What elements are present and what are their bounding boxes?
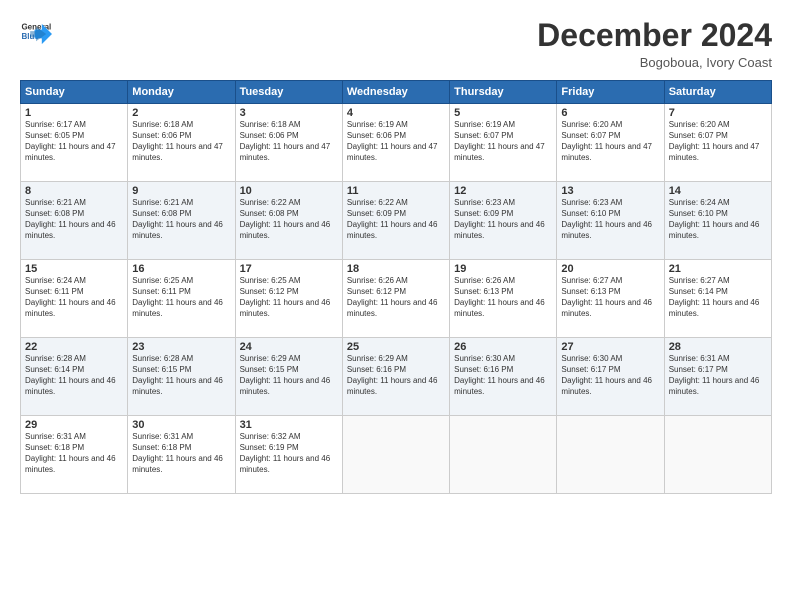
table-row: 15Sunrise: 6:24 AMSunset: 6:11 PMDayligh… xyxy=(21,260,128,338)
calendar-table: Sunday Monday Tuesday Wednesday Thursday… xyxy=(20,80,772,494)
table-row: 1Sunrise: 6:17 AMSunset: 6:05 PMDaylight… xyxy=(21,104,128,182)
col-sunday: Sunday xyxy=(21,81,128,104)
col-thursday: Thursday xyxy=(450,81,557,104)
table-row: 21Sunrise: 6:27 AMSunset: 6:14 PMDayligh… xyxy=(664,260,771,338)
col-monday: Monday xyxy=(128,81,235,104)
table-row xyxy=(450,416,557,494)
table-row: 30Sunrise: 6:31 AMSunset: 6:18 PMDayligh… xyxy=(128,416,235,494)
table-row: 3Sunrise: 6:18 AMSunset: 6:06 PMDaylight… xyxy=(235,104,342,182)
table-row xyxy=(664,416,771,494)
table-row: 22Sunrise: 6:28 AMSunset: 6:14 PMDayligh… xyxy=(21,338,128,416)
col-friday: Friday xyxy=(557,81,664,104)
table-row: 9Sunrise: 6:21 AMSunset: 6:08 PMDaylight… xyxy=(128,182,235,260)
table-row: 6Sunrise: 6:20 AMSunset: 6:07 PMDaylight… xyxy=(557,104,664,182)
table-row: 24Sunrise: 6:29 AMSunset: 6:15 PMDayligh… xyxy=(235,338,342,416)
table-row: 7Sunrise: 6:20 AMSunset: 6:07 PMDaylight… xyxy=(664,104,771,182)
table-row: 29Sunrise: 6:31 AMSunset: 6:18 PMDayligh… xyxy=(21,416,128,494)
page-header: General Blue December 2024 Bogoboua, Ivo… xyxy=(20,18,772,70)
table-row: 12Sunrise: 6:23 AMSunset: 6:09 PMDayligh… xyxy=(450,182,557,260)
table-row: 11Sunrise: 6:22 AMSunset: 6:09 PMDayligh… xyxy=(342,182,449,260)
col-wednesday: Wednesday xyxy=(342,81,449,104)
table-row: 17Sunrise: 6:25 AMSunset: 6:12 PMDayligh… xyxy=(235,260,342,338)
table-row: 4Sunrise: 6:19 AMSunset: 6:06 PMDaylight… xyxy=(342,104,449,182)
title-block: December 2024 Bogoboua, Ivory Coast xyxy=(537,18,772,70)
table-row: 16Sunrise: 6:25 AMSunset: 6:11 PMDayligh… xyxy=(128,260,235,338)
table-row: 2Sunrise: 6:18 AMSunset: 6:06 PMDaylight… xyxy=(128,104,235,182)
table-row: 26Sunrise: 6:30 AMSunset: 6:16 PMDayligh… xyxy=(450,338,557,416)
table-row: 10Sunrise: 6:22 AMSunset: 6:08 PMDayligh… xyxy=(235,182,342,260)
logo: General Blue xyxy=(20,18,52,50)
table-row: 19Sunrise: 6:26 AMSunset: 6:13 PMDayligh… xyxy=(450,260,557,338)
table-row: 27Sunrise: 6:30 AMSunset: 6:17 PMDayligh… xyxy=(557,338,664,416)
table-row xyxy=(342,416,449,494)
calendar-header-row: Sunday Monday Tuesday Wednesday Thursday… xyxy=(21,81,772,104)
table-row: 13Sunrise: 6:23 AMSunset: 6:10 PMDayligh… xyxy=(557,182,664,260)
table-row: 23Sunrise: 6:28 AMSunset: 6:15 PMDayligh… xyxy=(128,338,235,416)
table-row xyxy=(557,416,664,494)
table-row: 8Sunrise: 6:21 AMSunset: 6:08 PMDaylight… xyxy=(21,182,128,260)
table-row: 5Sunrise: 6:19 AMSunset: 6:07 PMDaylight… xyxy=(450,104,557,182)
col-tuesday: Tuesday xyxy=(235,81,342,104)
table-row: 20Sunrise: 6:27 AMSunset: 6:13 PMDayligh… xyxy=(557,260,664,338)
table-row: 28Sunrise: 6:31 AMSunset: 6:17 PMDayligh… xyxy=(664,338,771,416)
table-row: 25Sunrise: 6:29 AMSunset: 6:16 PMDayligh… xyxy=(342,338,449,416)
table-row: 18Sunrise: 6:26 AMSunset: 6:12 PMDayligh… xyxy=(342,260,449,338)
col-saturday: Saturday xyxy=(664,81,771,104)
location-subtitle: Bogoboua, Ivory Coast xyxy=(537,55,772,70)
month-title: December 2024 xyxy=(537,18,772,53)
table-row: 31Sunrise: 6:32 AMSunset: 6:19 PMDayligh… xyxy=(235,416,342,494)
table-row: 14Sunrise: 6:24 AMSunset: 6:10 PMDayligh… xyxy=(664,182,771,260)
